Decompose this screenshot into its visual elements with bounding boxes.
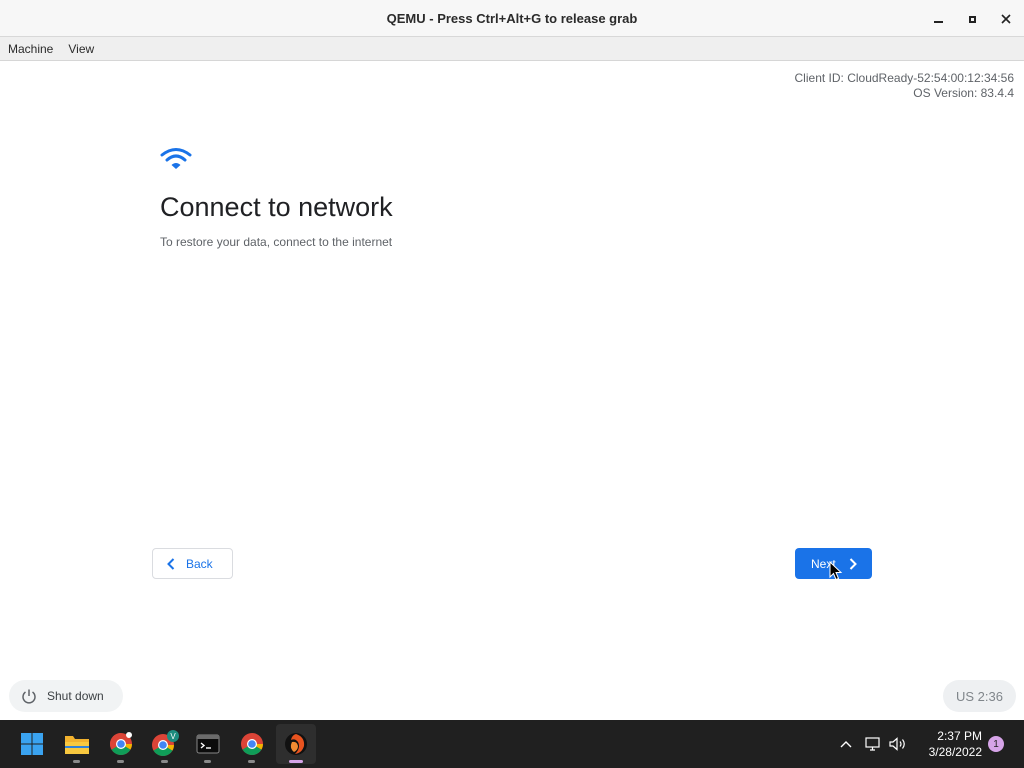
client-id: Client ID: CloudReady-52:54:00:12:34:56 — [794, 71, 1014, 85]
running-indicator — [117, 760, 124, 763]
taskbar-chrome[interactable] — [232, 724, 272, 764]
file-explorer-icon — [65, 736, 89, 754]
close-icon — [1001, 14, 1011, 24]
running-indicator — [204, 760, 211, 763]
page-subtitle: To restore your data, connect to the int… — [160, 235, 393, 249]
chevron-up-icon — [840, 741, 852, 748]
shutdown-button[interactable]: Shut down — [9, 680, 123, 712]
window-title: QEMU - Press Ctrl+Alt+G to release grab — [386, 10, 638, 26]
shutdown-label: Shut down — [47, 689, 104, 703]
profile-badge: V — [170, 732, 176, 741]
menu-bar: Machine View — [0, 37, 1024, 61]
active-indicator — [289, 760, 303, 763]
tray-network[interactable] — [863, 734, 883, 754]
taskbar-qemu[interactable] — [276, 724, 316, 764]
chrome-icon — [241, 733, 263, 755]
taskbar-file-explorer[interactable] — [57, 724, 97, 764]
guest-screen: Client ID: CloudReady-52:54:00:12:34:56 … — [0, 62, 1024, 720]
chevron-right-icon — [849, 557, 857, 570]
taskbar-terminal[interactable] — [188, 724, 228, 764]
clock-date: 3/28/2022 — [928, 745, 982, 759]
back-button[interactable]: Back — [152, 548, 233, 579]
chevron-left-icon — [167, 557, 175, 570]
running-indicator — [73, 760, 80, 763]
os-version: OS Version: 83.4.4 — [913, 86, 1014, 100]
wifi-icon — [160, 148, 192, 169]
volume-icon — [889, 737, 905, 751]
running-indicator — [248, 760, 255, 763]
mouse-pointer-icon — [829, 561, 843, 581]
taskbar-chrome-v[interactable]: V — [145, 724, 185, 764]
chrome-profile-icon — [110, 732, 132, 755]
taskbar-clock[interactable]: 2:37 PM 3/28/2022 — [916, 728, 982, 760]
tray-volume[interactable] — [888, 734, 908, 754]
taskbar-chrome-profile[interactable] — [101, 724, 141, 764]
window-title-bar: QEMU - Press Ctrl+Alt+G to release grab — [0, 0, 1024, 37]
clock-time: 2:37 PM — [937, 729, 982, 743]
power-icon — [22, 689, 36, 704]
network-icon — [865, 737, 880, 751]
back-button-label: Back — [186, 556, 213, 571]
close-button[interactable] — [996, 9, 1016, 29]
start-button[interactable] — [12, 724, 52, 764]
tray-overflow-button[interactable] — [836, 734, 856, 754]
windows-start-icon — [21, 733, 43, 755]
terminal-icon — [196, 734, 220, 754]
page-title: Connect to network — [160, 192, 393, 222]
ime-status[interactable]: US 2:36 — [943, 680, 1016, 712]
maximize-icon — [968, 15, 976, 23]
menu-machine[interactable]: Machine — [8, 42, 53, 56]
minimize-icon — [933, 21, 943, 23]
menu-view[interactable]: View — [68, 42, 94, 56]
chrome-v-icon: V — [152, 730, 179, 756]
minimize-button[interactable] — [928, 9, 948, 29]
qemu-icon — [285, 733, 307, 755]
client-info: Client ID: CloudReady-52:54:00:12:34:56 … — [795, 71, 1014, 101]
notification-badge[interactable]: 1 — [988, 736, 1004, 752]
running-indicator — [161, 760, 168, 763]
maximize-button[interactable] — [962, 9, 982, 29]
